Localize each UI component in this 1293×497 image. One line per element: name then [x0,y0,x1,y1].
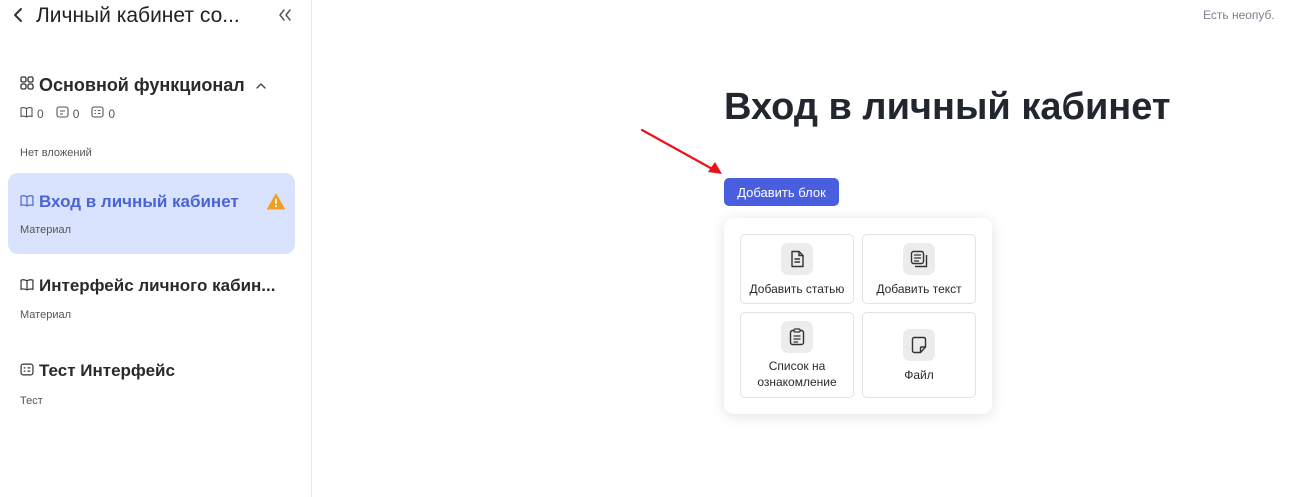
sidebar-item-label: Вход в личный кабинет [39,192,239,211]
file-option[interactable]: Файл [862,312,976,398]
sidebar-item-type: Материал [20,224,71,236]
annotation-arrow-icon [636,124,728,180]
add-text-option[interactable]: Добавить текст [862,234,976,304]
section-counts: 0 0 0 [20,106,300,121]
sidebar-item-title-row: Интерфейс личного кабин... [20,276,292,296]
publish-status: Есть неопуб. [1203,8,1275,22]
sidebar: Личный кабинет со... Основной функционал… [0,0,312,497]
materials-count: 0 [20,106,44,121]
sidebar-header: Личный кабинет со... [0,0,311,34]
sidebar-item-type: Материал [20,309,71,321]
option-label: Файл [904,368,934,382]
section-header[interactable]: Основной функционал [20,72,300,98]
tasks-count-value: 0 [72,106,80,121]
clipboard-icon [781,321,813,353]
option-label: Список на ознакомление [757,359,837,389]
book-icon [20,106,33,121]
modules-icon [20,75,34,95]
acquaintance-list-option[interactable]: Список на ознакомление [740,312,854,398]
section-title: Основной функционал [39,74,245,95]
sidebar-item-login[interactable]: Вход в личный кабинет Материал [8,173,295,254]
text-icon [903,243,935,275]
add-block-popup: Добавить статью Добавить текст Список на… [724,218,992,414]
sidebar-item-type: Тест [20,395,43,407]
task-icon [56,106,69,121]
sidebar-item-test[interactable]: Тест Интерфейс Тест [8,350,295,418]
collapse-sidebar-icon[interactable] [276,6,294,24]
tasks-count: 0 [56,106,80,121]
sidebar-item-title-row: Тест Интерфейс [20,361,175,381]
section-main: Основной функционал 0 0 0 [20,72,300,121]
book-icon [20,276,34,296]
file-icon [903,329,935,361]
sidebar-item-label: Интерфейс личного кабин... [39,276,276,295]
app: Личный кабинет со... Основной функционал… [0,0,1293,497]
sidebar-title: Личный кабинет со... [36,4,240,27]
materials-count-value: 0 [37,106,44,121]
tests-count-value: 0 [108,106,116,121]
warning-icon [267,193,285,210]
no-attachments-label: Нет вложений [20,147,92,159]
option-label: Добавить статью [749,282,845,296]
sidebar-item-label: Тест Интерфейс [39,361,175,380]
chevron-up-icon[interactable] [255,79,267,91]
option-label: Добавить текст [876,282,962,296]
add-article-option[interactable]: Добавить статью [740,234,854,304]
book-icon [20,192,34,212]
test-icon [20,361,34,381]
tests-count: 0 [91,106,115,121]
back-chevron-icon[interactable] [10,4,28,26]
page-title: Вход в личный кабинет [724,86,1171,128]
add-block-button[interactable]: Добавить блок [724,178,839,206]
test-icon [91,106,104,121]
sidebar-item-interface[interactable]: Интерфейс личного кабин... Материал [8,264,295,332]
sidebar-item-title-row: Вход в личный кабинет [20,192,239,212]
article-icon [781,243,813,275]
